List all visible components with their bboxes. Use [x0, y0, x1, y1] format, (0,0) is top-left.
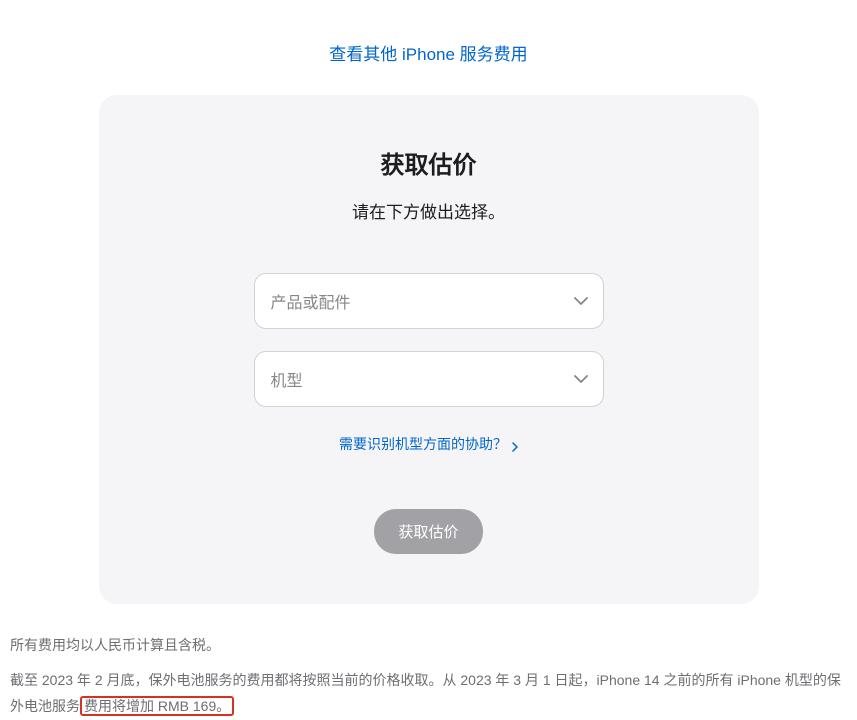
estimate-card: 获取估价 请在下方做出选择。 产品或配件 机型 需要识别机型方面的协助？ 获取估… [99, 95, 759, 604]
product-select-wrapper: 产品或配件 [254, 273, 604, 329]
other-service-link[interactable]: 查看其他 iPhone 服务费用 [329, 45, 527, 64]
footer-note-price-change: 截至 2023 年 2 月底，保外电池服务的费用都将按照当前的价格收取。从 20… [10, 667, 847, 720]
price-increase-highlight: 费用将增加 RMB 169。 [80, 696, 234, 716]
product-select[interactable]: 产品或配件 [254, 273, 604, 329]
chevron-right-icon [512, 439, 518, 449]
footer-note-currency: 所有费用均以人民币计算且含税。 [10, 632, 847, 659]
identify-model-help-link[interactable]: 需要识别机型方面的协助？ [339, 434, 518, 454]
submit-row: 获取估价 [139, 509, 719, 554]
footer-notes: 所有费用均以人民币计算且含税。 截至 2023 年 2 月底，保外电池服务的费用… [0, 604, 857, 720]
model-select-wrapper: 机型 [254, 351, 604, 407]
get-estimate-button[interactable]: 获取估价 [374, 509, 482, 554]
model-select[interactable]: 机型 [254, 351, 604, 407]
card-title: 获取估价 [139, 145, 719, 180]
card-subtitle: 请在下方做出选择。 [139, 198, 719, 223]
top-link-container: 查看其他 iPhone 服务费用 [0, 0, 857, 95]
help-link-label: 需要识别机型方面的协助？ [339, 434, 507, 454]
